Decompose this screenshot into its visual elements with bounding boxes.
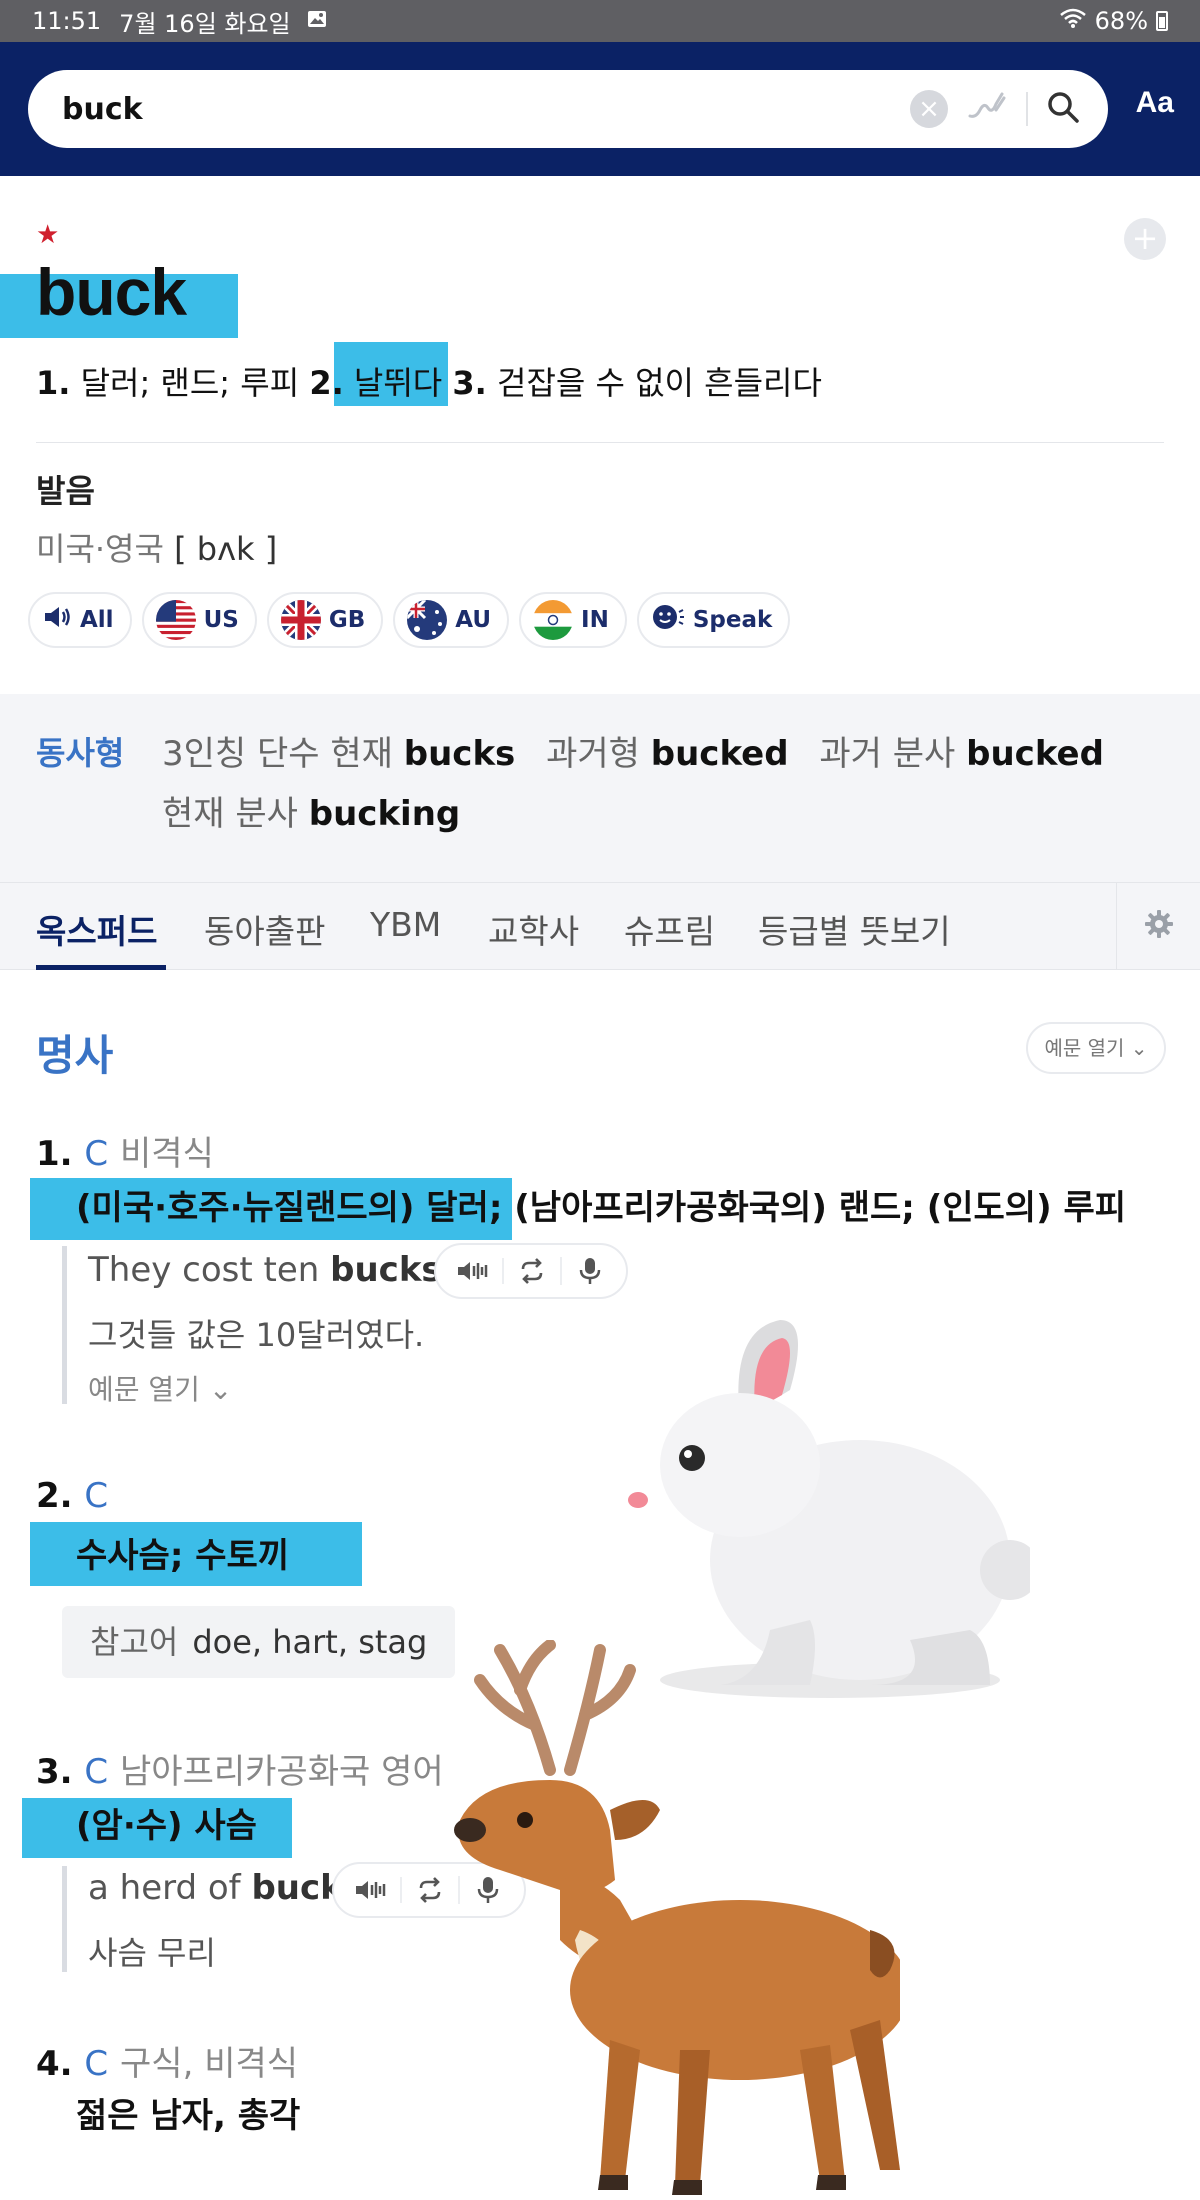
au-flag-icon — [407, 600, 448, 640]
sense-1-example-ko: 그것들 값은 10달러였다. — [88, 1316, 425, 1354]
pron-au-button[interactable]: AU — [393, 592, 510, 648]
sense-1-audio-controls — [434, 1243, 628, 1299]
pron-us-button[interactable]: US — [141, 592, 257, 648]
sense-3-example-ko: 사슴 무리 — [88, 1934, 216, 1972]
repeat-icon[interactable] — [502, 1258, 560, 1284]
pron-speak-button[interactable]: Speak — [636, 592, 791, 648]
speaker-icon — [42, 603, 72, 637]
handwriting-icon[interactable] — [966, 90, 1008, 128]
entry-summary: 1. 달러; 랜드; 루피 2. 날뛰다 3. 걷잡을 수 없이 흔들리다 — [36, 364, 822, 402]
pron-gb-button[interactable]: GB — [266, 592, 384, 648]
search-icon[interactable] — [1046, 90, 1080, 128]
verb-form-past-participle[interactable]: bucked — [966, 734, 1104, 774]
star-icon[interactable]: ★ — [36, 220, 59, 250]
search-input[interactable]: buck — [62, 92, 910, 127]
divider — [36, 442, 1164, 443]
wifi-icon — [1059, 7, 1087, 35]
sense-4-header: 4. C 구식, 비격식 — [36, 2044, 299, 2084]
add-wordbook-button[interactable]: + — [1124, 218, 1166, 260]
status-bar: 11:51 7월 16일 화요일 68% — [0, 0, 1200, 42]
clear-search-icon[interactable]: × — [910, 90, 948, 128]
dictionary-tabs: 옥스퍼드 동아출판 YBM 교학사 슈프림 등급별 뜻보기 — [0, 882, 1200, 970]
reference-words[interactable]: doe, hart, stag — [192, 1623, 427, 1661]
play-audio-icon[interactable] — [342, 1877, 400, 1903]
search-box-icons: × — [910, 90, 1080, 128]
speak-face-icon — [651, 602, 685, 638]
battery-icon — [1156, 11, 1168, 31]
tab-donga[interactable]: 동아출판 — [204, 905, 325, 953]
sense-3-example-en: a herd of buck — [88, 1868, 343, 1908]
verb-forms-line-2: 현재 분사 bucking — [162, 794, 461, 834]
example-bar — [62, 1246, 67, 1404]
battery-percent: 68% — [1094, 7, 1148, 35]
in-flag-icon — [533, 600, 574, 640]
us-flag-icon — [155, 600, 196, 640]
tab-kyohaksa[interactable]: 교학사 — [488, 905, 579, 953]
verb-forms-label: 동사형 — [36, 734, 125, 772]
verb-form-third-person[interactable]: bucks — [404, 734, 516, 774]
pronunciation-title: 발음 — [36, 472, 95, 510]
verb-forms-line-1: 3인칭 단수 현재 bucks 과거형 bucked 과거 분사 bucked — [162, 734, 1104, 774]
sense-2-definition: 수사슴; 수토끼 — [76, 1536, 290, 1576]
dictionary-page: 11:51 7월 16일 화요일 68% buck × Aa ★ + buck … — [0, 0, 1200, 2200]
sense-1-example-en: They cost ten bucks. — [88, 1250, 452, 1290]
sense-1-definition: (미국·호주·뉴질랜드의) 달러; (남아프리카공화국의) 랜드; (인도의) … — [76, 1188, 1127, 1228]
active-tab-underline — [36, 965, 166, 970]
pronunciation-text: 미국·영국 [ bʌk ] — [36, 530, 278, 568]
tab-settings-button[interactable] — [1116, 883, 1200, 969]
font-size-button[interactable]: Aa — [1136, 86, 1174, 120]
tab-supreme[interactable]: 슈프림 — [624, 905, 715, 953]
gallery-notification-icon — [307, 7, 327, 35]
status-date: 7월 16일 화요일 — [119, 9, 291, 38]
search-divider — [1026, 92, 1028, 126]
pron-in-button[interactable]: IN — [519, 592, 627, 648]
sense-3-definition: (암·수) 사슴 — [76, 1806, 257, 1846]
pron-all-button[interactable]: All — [28, 592, 132, 648]
search-header: buck × Aa — [0, 42, 1200, 176]
sense-4-definition: 젊은 남자, 총각 — [76, 2096, 301, 2136]
tab-level-meaning[interactable]: 등급별 뜻보기 — [758, 905, 951, 953]
status-time: 11:51 — [32, 7, 102, 35]
verb-form-past[interactable]: bucked — [651, 734, 789, 774]
gear-icon — [1144, 909, 1174, 943]
part-of-speech: 명사 — [36, 1031, 114, 1080]
pronunciation-buttons: All US GB AU IN Speak — [28, 592, 791, 648]
sense-1-more-examples[interactable]: 예문 열기 ⌄ — [88, 1368, 232, 1408]
tab-ybm[interactable]: YBM — [370, 905, 441, 944]
ipa: [ bʌk ] — [174, 530, 278, 568]
headword: buck — [36, 255, 187, 329]
verb-forms-panel: 동사형 3인칭 단수 현재 bucks 과거형 bucked 과거 분사 buc… — [0, 694, 1200, 882]
sense-2-reference: 참고어 doe, hart, stag — [62, 1606, 456, 1678]
verb-form-present-participle[interactable]: bucking — [309, 794, 461, 834]
example-bar — [62, 1866, 67, 1972]
status-right: 68% — [1059, 7, 1168, 35]
sense-2-header: 2. C — [36, 1476, 109, 1516]
play-audio-icon[interactable] — [444, 1258, 502, 1284]
microphone-icon[interactable] — [560, 1257, 618, 1285]
sense-3-header: 3. C 남아프리카공화국 영어 — [36, 1752, 444, 1792]
sense-1-header: 1. C 비격식 — [36, 1134, 214, 1174]
deer-emoji-image — [440, 1639, 910, 2200]
search-box[interactable]: buck × — [28, 70, 1108, 148]
tab-oxford[interactable]: 옥스퍼드 — [36, 905, 157, 953]
gb-flag-icon — [280, 600, 321, 640]
open-examples-button[interactable]: 예문 열기 ⌄ — [1026, 1022, 1166, 1074]
